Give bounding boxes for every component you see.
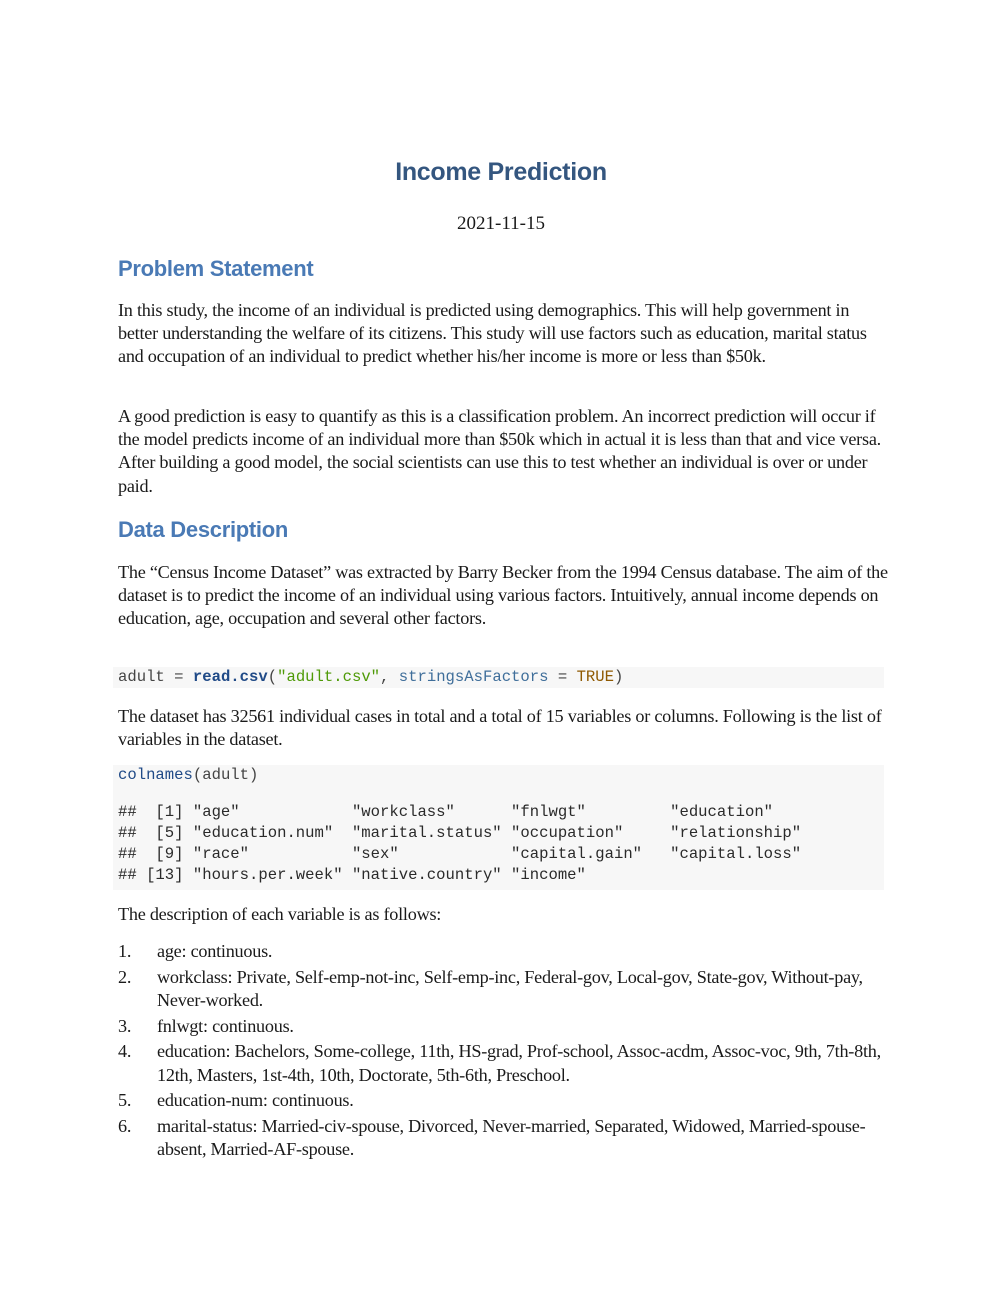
list-text: workclass: Private, Self-emp-not-inc, Se… xyxy=(157,966,863,1010)
list-number: 3. xyxy=(118,1015,132,1036)
list-text: education: Bachelors, Some-college, 11th… xyxy=(157,1041,881,1085)
list-item: 2. workclass: Private, Self-emp-not-inc, … xyxy=(118,966,888,1012)
code-function: colnames xyxy=(118,766,193,784)
code-operator: = xyxy=(164,668,193,686)
list-text: fnlwgt: continuous. xyxy=(157,1015,294,1036)
code-args: (adult) xyxy=(192,766,259,784)
code-block-colnames: colnames(adult) ## [1] "age" "workclass"… xyxy=(113,765,884,890)
code-paren: ) xyxy=(614,668,624,686)
list-number: 2. xyxy=(118,966,132,987)
variables-list: 1. age: continuous. 2. workclass: Private,… xyxy=(118,940,888,1164)
code-variable: adult xyxy=(118,668,165,686)
code-argument: stringsAsFactors xyxy=(398,668,549,686)
list-number: 4. xyxy=(118,1041,132,1062)
code-output-line: ## [9] "race" "sex" "capital.gain" "capi… xyxy=(118,845,802,863)
list-item: 4. education: Bachelors, Some-college, 11… xyxy=(118,1040,888,1086)
heading-problem-statement: Problem Statement xyxy=(118,256,314,281)
list-item: 3. fnlwgt: continuous. xyxy=(118,1015,888,1038)
code-output-line: ## [5] "education.num" "marital.status" … xyxy=(118,824,802,842)
data-intro-paragraph: The “Census Income Dataset” was extracte… xyxy=(118,562,888,629)
code-operator: = xyxy=(548,668,577,686)
list-number: 1. xyxy=(118,941,132,961)
data-summary-paragraph: The dataset has 32561 individual cases i… xyxy=(118,706,882,750)
list-text: age: continuous. xyxy=(157,941,273,961)
code-constant: TRUE xyxy=(576,668,615,686)
problem-paragraph-2: A good prediction is easy to quantify as… xyxy=(118,406,881,496)
code-line: adult = read.csv("adult.csv", stringsAsF… xyxy=(113,667,884,688)
code-output-line: ## [13] "hours.per.week" "native.country… xyxy=(118,866,586,884)
variables-intro-paragraph: The description of each variable is as f… xyxy=(118,904,442,924)
list-item: 5. education-num: continuous. xyxy=(118,1089,888,1112)
code-block-read-csv: adult = read.csv("adult.csv", stringsAsF… xyxy=(113,667,884,688)
list-text: marital-status: Married-civ-spouse, Divo… xyxy=(157,1115,866,1160)
code-string: "adult.csv" xyxy=(277,668,381,686)
heading-data-description: Data Description xyxy=(118,517,289,542)
code-paren: ( xyxy=(267,668,278,686)
problem-paragraph-1: In this study, the income of an individu… xyxy=(118,300,867,367)
list-number: 5. xyxy=(118,1090,132,1111)
list-number: 6. xyxy=(118,1115,132,1136)
code-comma: , xyxy=(380,668,399,686)
code-line: colnames(adult) xyxy=(113,765,884,786)
code-output-line: ## [1] "age" "workclass" "fnlwgt" "educa… xyxy=(118,803,774,821)
document-date: 2021-11-15 xyxy=(457,213,545,234)
list-item: 1. age: continuous. xyxy=(118,940,888,963)
code-function: read.csv xyxy=(192,668,268,686)
list-item: 6. marital-status: Married-civ-spouse, Di… xyxy=(118,1115,888,1161)
document-title: Income Prediction xyxy=(395,158,607,186)
list-text: education-num: continuous. xyxy=(157,1090,354,1111)
